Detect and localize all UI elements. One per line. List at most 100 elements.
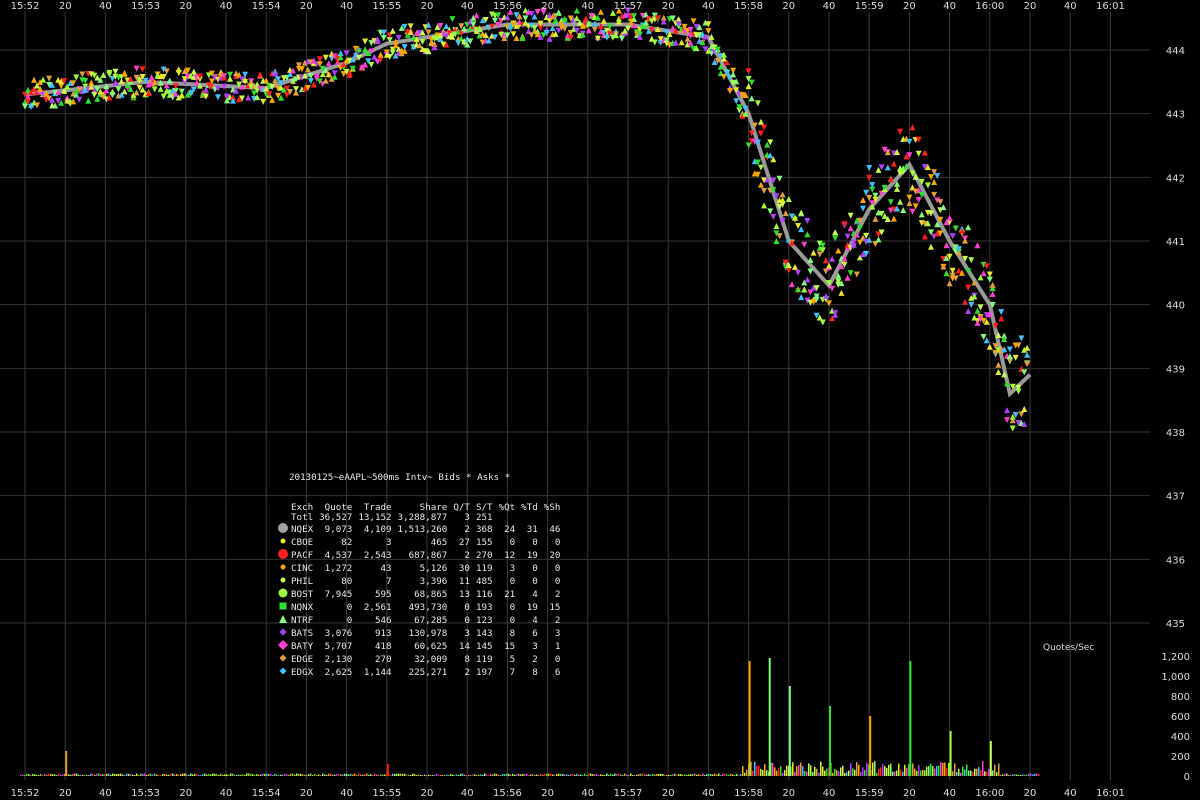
stats-cell-share: 130,978 [408, 627, 448, 639]
stats-cell-ptd: 3 [532, 640, 538, 652]
bid-marker [1001, 335, 1008, 342]
stats-cell-qt: 2 [464, 523, 470, 535]
bid-marker [257, 71, 264, 78]
x-tick-label: 16:00 [975, 788, 1004, 799]
volume-bar [300, 773, 302, 776]
volume-bar [984, 771, 986, 776]
x-axis-bottom: 15:52 20 40 15:53 20 40 15:54 20 40 15:55 20 40 15:5… [11, 788, 1125, 799]
ask-marker [776, 233, 783, 240]
ask-marker [46, 75, 53, 82]
volume-bar [782, 772, 784, 776]
bid-marker [473, 12, 480, 19]
volume-bar [136, 773, 138, 776]
stats-cell-trade: 913 [374, 627, 392, 639]
stats-cell-qt: 2 [464, 549, 470, 561]
stats-cell-qt: 3 [464, 627, 470, 639]
stats-cell-pqt: 0 [509, 601, 516, 613]
ask-marker [860, 205, 867, 212]
stats-cell-exch: NQNX [291, 601, 314, 613]
bid-marker [175, 66, 182, 73]
ask-marker [998, 309, 1005, 316]
volume-bar [766, 770, 768, 776]
volume-bar [216, 774, 218, 776]
bid-marker [773, 222, 780, 229]
volume-bar [936, 766, 938, 776]
volume-bar [422, 775, 424, 776]
bid-marker [745, 83, 752, 90]
volume-bar [518, 773, 520, 776]
x-tick-label: 20 [300, 788, 313, 799]
volume-bar [962, 766, 964, 776]
volume-bar [564, 774, 566, 776]
volume-spike [989, 741, 992, 776]
volume-bar [826, 768, 828, 776]
stats-cell-st: 123 [475, 614, 493, 626]
bid-marker [900, 206, 907, 213]
x-tick-label: 15:52 [11, 1, 40, 12]
volume-bar [650, 774, 652, 776]
ask-marker [163, 68, 170, 75]
x-tick-label: 40 [1064, 788, 1077, 799]
stats-cell-ptd: 4 [532, 588, 538, 600]
price-tick-label: 438 [1166, 428, 1185, 439]
volume-bar [806, 771, 808, 776]
volume-bar [490, 774, 492, 776]
volume-bar [414, 774, 416, 776]
x-tick-label: 40 [461, 1, 474, 12]
volume-bar [892, 771, 894, 776]
volume-bar [426, 774, 428, 776]
stats-title: 20130125~eAAPL~500ms Intv~ Bids * Asks * [289, 472, 511, 483]
volume-bar [648, 774, 650, 776]
volume-bar [406, 774, 408, 776]
volume-bar [502, 773, 504, 776]
volume-bar [84, 775, 86, 776]
x-tick-label: 20 [421, 788, 434, 799]
exchange-marker-icon [277, 588, 289, 601]
x-tick-label: 15:55 [372, 1, 401, 12]
ask-marker [983, 263, 990, 270]
marker-glyph [279, 615, 287, 623]
volume-bar [1012, 774, 1014, 776]
volume-bar [600, 774, 602, 776]
exchange-marker-icon [277, 640, 289, 653]
volume-bar [172, 773, 174, 776]
stats-cell-share: 3,396 [419, 575, 448, 587]
stats-cell-exch: BOST [291, 588, 314, 600]
ask-marker [816, 251, 823, 258]
volume-bar [338, 773, 340, 776]
volume-bar [400, 773, 402, 776]
x-tick-label: 20 [1024, 1, 1037, 12]
x-tick-label: 20 [421, 1, 434, 12]
ask-marker [322, 54, 329, 61]
bid-marker [761, 202, 768, 209]
volume-bar [92, 774, 94, 776]
ask-marker [949, 233, 956, 240]
ask-marker [801, 241, 808, 248]
volume-bar [530, 774, 532, 776]
bid-marker [974, 319, 981, 326]
volume-bar [418, 774, 420, 776]
volume-bar [740, 774, 742, 776]
volume-bar [904, 764, 906, 776]
volume-bar [862, 767, 864, 776]
volume-bar [200, 775, 202, 776]
volume-bar [714, 773, 716, 776]
bid-marker [835, 247, 842, 254]
bid-marker [190, 68, 197, 75]
volume-bar [598, 775, 600, 776]
volume-bar [78, 775, 80, 776]
volume-bar [880, 767, 882, 776]
volume-bar [142, 773, 144, 776]
x-tick-label: 20 [59, 1, 72, 12]
bid-marker [121, 88, 128, 95]
volume-bar [168, 774, 170, 776]
volume-bar [914, 768, 916, 776]
volume-spike [869, 716, 872, 776]
bid-marker [995, 369, 1002, 376]
volume-bar [146, 774, 148, 776]
x-tick-label: 40 [220, 1, 233, 12]
bid-marker [872, 215, 879, 222]
volume-bar [802, 766, 804, 776]
stats-cell-quote: 5,707 [324, 640, 353, 652]
bid-marker [798, 294, 805, 301]
